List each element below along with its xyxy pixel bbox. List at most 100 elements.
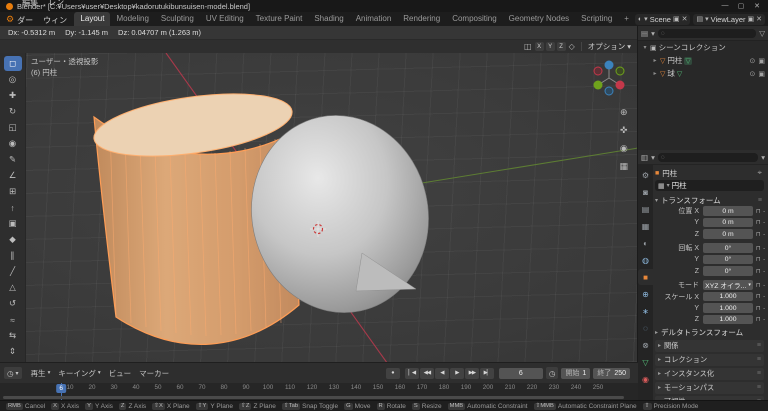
transform-value-field[interactable]: 0 m — [703, 229, 753, 239]
options-dropdown[interactable]: オプション ▾ — [588, 41, 631, 52]
lock-icon[interactable]: ⊓ — [756, 316, 761, 323]
tab-modifiers[interactable]: ⊕ — [638, 286, 653, 302]
tab-physics[interactable]: ◌ — [638, 320, 653, 336]
transform-value-field[interactable]: 0° — [703, 266, 753, 276]
animate-dot-icon[interactable]: · — [763, 315, 766, 324]
tab-shading[interactable]: Shading — [308, 12, 349, 26]
lock-icon[interactable]: ⊓ — [756, 282, 761, 289]
tab-constraints[interactable]: ⊗ — [638, 337, 653, 353]
tab-view-layer[interactable]: ▦ — [638, 218, 653, 234]
panel-menu-icon[interactable]: ≡ — [757, 370, 761, 377]
outliner-editor-icon[interactable]: ▤ — [641, 29, 648, 38]
tab-layout[interactable]: Layout — [74, 12, 110, 26]
minimize-button[interactable]: — — [718, 2, 732, 10]
transform-value-field[interactable]: 0° — [703, 243, 753, 253]
tool-knife[interactable]: ╱ — [4, 264, 22, 279]
close-button[interactable]: ✕ — [750, 2, 764, 10]
panel-menu-icon[interactable]: ≡ — [758, 197, 762, 204]
zoom-icon[interactable]: ⊕ — [619, 107, 628, 118]
jump-to-start-button[interactable]: ▏◀ — [405, 368, 419, 379]
animate-dot-icon[interactable]: · — [763, 267, 766, 276]
properties-search-input[interactable]: ◌ — [658, 153, 758, 162]
tool-edge-slide[interactable]: ⇆ — [4, 328, 22, 343]
filter-icon[interactable]: ▽ — [759, 29, 765, 38]
maximize-button[interactable]: ▢ — [734, 2, 748, 10]
tool-bevel[interactable]: ◆ — [4, 232, 22, 247]
timeline-menu-再生[interactable]: 再生▾ — [31, 368, 51, 379]
gizmo-z-neg[interactable] — [605, 87, 613, 95]
rotation-mode-dropdown[interactable]: XYZ オイラ...▾ — [703, 280, 753, 290]
timeline-scrollbar[interactable] — [3, 396, 624, 399]
frame-start-field[interactable]: 開始 1 — [561, 368, 590, 379]
toggle-perspective-icon[interactable]: ▦ — [619, 161, 628, 172]
tab-output[interactable]: ▤ — [638, 201, 653, 217]
play-reverse-button[interactable]: ◀ — [435, 368, 449, 379]
viewlayer-selector[interactable]: ▤ ▾ ViewLayer ▣ ✕ — [693, 14, 765, 25]
tool-poly-build[interactable]: △ — [4, 280, 22, 295]
animate-dot-icon[interactable]: · — [763, 304, 766, 313]
collapse-icon[interactable]: ▸ — [652, 57, 658, 64]
tab-uv-editing[interactable]: UV Editing — [200, 12, 250, 26]
disable-render-icon[interactable]: ▣ — [758, 57, 765, 65]
transform-value-field[interactable]: 0° — [703, 255, 753, 265]
tool-smooth[interactable]: ≈ — [4, 312, 22, 327]
mirror-x-toggle[interactable]: X — [535, 42, 544, 51]
tab-object[interactable]: ■ — [638, 269, 653, 285]
animate-dot-icon[interactable]: · — [763, 255, 766, 264]
transform-value-field[interactable]: 1.000 — [703, 303, 753, 313]
delete-viewlayer-icon[interactable]: ✕ — [756, 15, 762, 23]
record-button[interactable]: ● — [386, 368, 400, 379]
viewport-canvas[interactable]: ユーザー・透視投影 (6) 円柱 ◻◎✚↻◱◉✎∠⊞↑▣◆∥╱△↺≈⇆⇕ ⊕ ✜ — [0, 53, 637, 362]
tool-select-box[interactable]: ◻ — [4, 56, 22, 71]
play-button[interactable]: ▶ — [450, 368, 464, 379]
tab-modeling[interactable]: Modeling — [110, 12, 154, 26]
gizmo-x-neg[interactable] — [594, 67, 602, 75]
tab-sculpting[interactable]: Sculpting — [155, 12, 200, 26]
outliner-search-input[interactable]: ◌ — [658, 29, 756, 38]
tab-particles[interactable]: ∗ — [638, 303, 653, 319]
next-keyframe-button[interactable]: ▶▶ — [465, 368, 479, 379]
panel-コレクション[interactable]: ▸コレクション≡ — [655, 354, 764, 366]
new-viewlayer-icon[interactable]: ▣ — [748, 15, 755, 23]
tab-tool[interactable]: ⚙ — [638, 167, 653, 183]
panel-モーションパス[interactable]: ▸モーションパス≡ — [655, 382, 764, 394]
breadcrumb-object-name[interactable]: 円柱 — [662, 168, 677, 179]
lock-icon[interactable]: ⊓ — [756, 256, 761, 263]
panel-menu-icon[interactable]: ≡ — [757, 384, 761, 391]
pan-hand-icon[interactable]: ✜ — [619, 125, 628, 136]
pin-icon[interactable]: ⌖ — [757, 168, 762, 178]
tool-move[interactable]: ✚ — [4, 88, 22, 103]
animate-dot-icon[interactable]: · — [763, 292, 766, 301]
animate-dot-icon[interactable]: · — [763, 218, 766, 227]
scene-selector[interactable]: ◐ ▾ Scene ▣ ✕ — [635, 14, 691, 25]
transform-panel-header[interactable]: ▾ トランスフォーム ≡ — [655, 195, 764, 206]
properties-editor-icon[interactable]: ▥ — [641, 153, 648, 162]
tab-material[interactable]: ◉ — [638, 371, 653, 387]
tool-loop-cut[interactable]: ∥ — [4, 248, 22, 263]
tool-add-cube[interactable]: ⊞ — [4, 184, 22, 199]
lock-icon[interactable]: ⊓ — [756, 231, 761, 238]
disable-render-icon[interactable]: ▣ — [758, 70, 765, 78]
blender-app-menu-icon[interactable]: ⚙ — [6, 14, 14, 25]
outliner-row-1[interactable]: ▸▽円柱▽⊙▣ — [638, 54, 768, 67]
object-name-field[interactable]: ▦ ▾ 円柱 — [655, 180, 764, 191]
lock-icon[interactable]: ⊓ — [756, 219, 761, 226]
outliner-row-scene-collection[interactable]: ▾▣シーンコレクション — [638, 41, 768, 54]
tab-object-data[interactable]: ▽ — [638, 354, 653, 370]
animate-dot-icon[interactable]: · — [763, 281, 766, 290]
snap-icon[interactable]: ◇ — [569, 42, 575, 51]
animate-dot-icon[interactable]: · — [763, 207, 766, 216]
gizmo-y-axis[interactable] — [594, 81, 603, 90]
transform-value-field[interactable]: 1.000 — [703, 292, 753, 302]
lock-icon[interactable]: ⊓ — [756, 305, 761, 312]
tool-scale[interactable]: ◱ — [4, 120, 22, 135]
tab-render[interactable]: ◙ — [638, 184, 653, 200]
tool-measure[interactable]: ∠ — [4, 168, 22, 183]
use-preview-range-button[interactable]: ◷ — [546, 367, 559, 379]
transform-value-field[interactable]: 0 m — [703, 206, 753, 216]
panel-menu-icon[interactable]: ≡ — [757, 356, 761, 363]
lock-icon[interactable]: ⊓ — [756, 245, 761, 252]
tab-scripting[interactable]: Scripting — [575, 12, 618, 26]
new-scene-icon[interactable]: ▣ — [673, 15, 680, 23]
timeline-menu-ビュー[interactable]: ビュー — [109, 368, 132, 379]
